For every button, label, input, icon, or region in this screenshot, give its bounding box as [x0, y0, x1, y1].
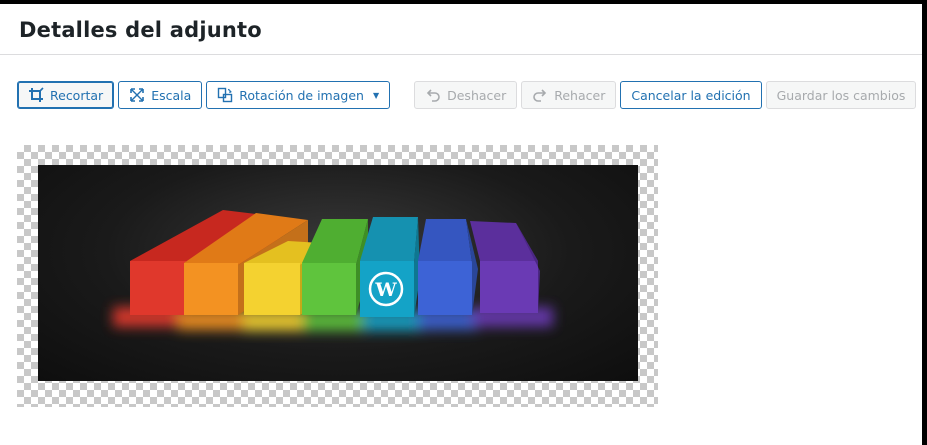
image-editor-canvas[interactable]: W: [17, 145, 658, 407]
crop-icon: [28, 87, 44, 103]
image-edit-toolbar: Recortar Escala Rotación de imagen ▼ Des…: [17, 81, 920, 109]
svg-text:W: W: [374, 279, 397, 301]
redo-icon: [532, 87, 548, 103]
scale-icon: [129, 87, 145, 103]
crop-button[interactable]: Recortar: [17, 81, 115, 109]
undo-icon: [425, 87, 441, 103]
scale-label: Escala: [151, 87, 192, 103]
crop-label: Recortar: [50, 87, 104, 103]
attachment-image: W: [38, 165, 638, 381]
redo-button[interactable]: Rehacer: [521, 81, 617, 109]
rotate-label: Rotación de imagen: [239, 87, 364, 103]
scale-button[interactable]: Escala: [118, 81, 203, 109]
modal-header: Detalles del adjunto: [0, 4, 922, 55]
modal-title: Detalles del adjunto: [19, 18, 262, 42]
rotate-dropdown-button[interactable]: Rotación de imagen ▼: [206, 81, 391, 109]
cancel-edit-button[interactable]: Cancelar la edición: [620, 81, 762, 109]
attachment-details-modal: Detalles del adjunto Recortar Escala Rot…: [0, 4, 922, 445]
save-changes-button[interactable]: Guardar los cambios: [765, 81, 917, 109]
chevron-down-icon: ▼: [372, 90, 380, 100]
undo-button[interactable]: Deshacer: [414, 81, 518, 109]
rotate-icon: [217, 87, 233, 103]
redo-label: Rehacer: [554, 87, 606, 103]
undo-label: Deshacer: [447, 87, 507, 103]
chalk-photo-illustration: W: [113, 210, 553, 331]
